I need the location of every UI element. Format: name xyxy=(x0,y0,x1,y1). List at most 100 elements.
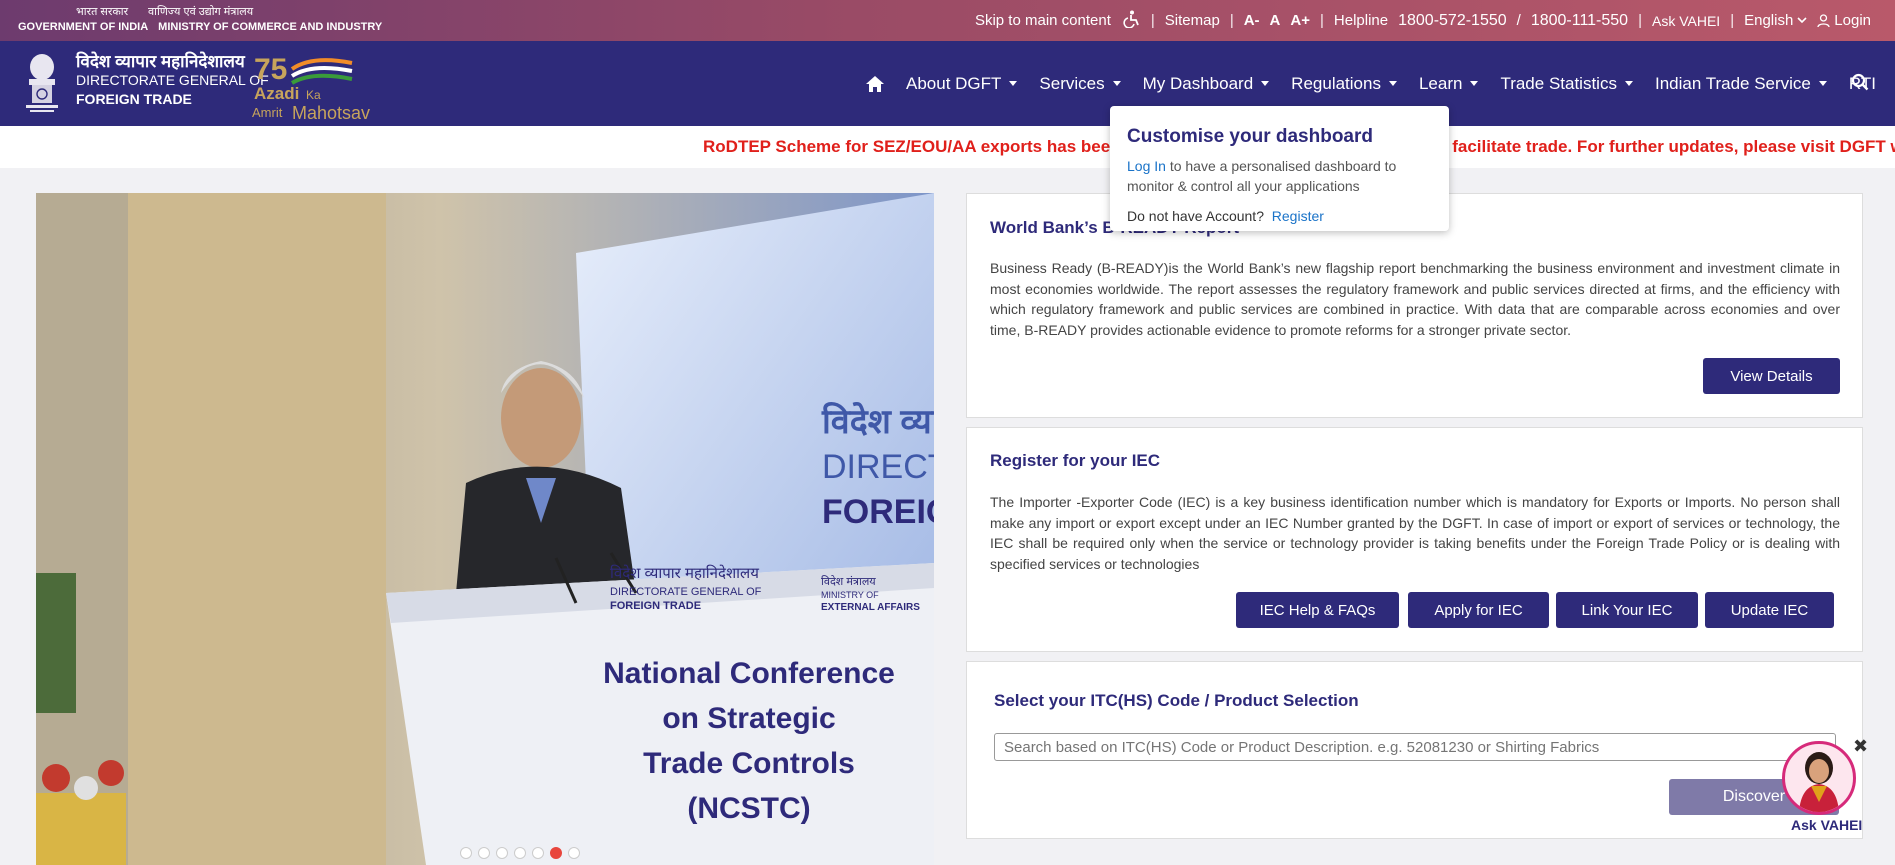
separator: | xyxy=(1638,12,1642,29)
vahei-label: Ask VAHEI xyxy=(1791,817,1863,833)
login-link[interactable]: Log In xyxy=(1127,158,1166,174)
nav-indian-trade-service[interactable]: Indian Trade Service xyxy=(1644,74,1838,94)
helpline-number-1[interactable]: 1800-572-1550 xyxy=(1398,12,1507,30)
podium-english-2: FOREIGN TRADE xyxy=(610,600,701,612)
podium-hindi: विदेश व्यापार महानिदेशालय xyxy=(610,564,759,582)
font-normal-button[interactable]: A xyxy=(1270,12,1281,29)
podium-english-1: DIRECTORATE GENERAL OF xyxy=(610,586,762,598)
slider-dot[interactable] xyxy=(460,847,472,859)
search-icon[interactable] xyxy=(1851,73,1869,91)
itc-hs-card: Select your ITC(HS) Code / Product Selec… xyxy=(966,661,1863,839)
slider-dot[interactable] xyxy=(568,847,580,859)
font-increase-button[interactable]: A+ xyxy=(1290,12,1310,29)
dgft-name-hindi: विदेश व्यापार महानिदेशालय xyxy=(76,52,245,71)
bready-description: Business Ready (B-READY)is the World Ban… xyxy=(990,260,1840,338)
svg-text:75: 75 xyxy=(254,53,287,86)
login-button[interactable]: Login xyxy=(1817,12,1871,29)
hero-slider[interactable]: विदेश व्यापार महानिदेशालय DIRECTORATE GE… xyxy=(36,193,934,865)
my-dashboard-dropdown: Customise your dashboard Log In to have … xyxy=(1110,106,1449,231)
mea-english-1: MINISTRY OF xyxy=(821,590,879,600)
iec-card: Register for your IEC The Importer -Expo… xyxy=(966,427,1863,652)
user-icon xyxy=(1817,13,1830,27)
language-label: English xyxy=(1744,12,1794,29)
national-emblem-icon[interactable] xyxy=(20,51,64,115)
nav-home[interactable] xyxy=(855,75,895,92)
caret-down-icon xyxy=(1388,81,1397,86)
slider-dot[interactable] xyxy=(478,847,490,859)
itc-hs-search-input[interactable] xyxy=(994,733,1836,761)
link-your-iec-button[interactable]: Link Your IEC xyxy=(1556,592,1698,628)
slider-dot[interactable] xyxy=(532,847,544,859)
separator: | xyxy=(1319,12,1324,29)
nav-item-label: Indian Trade Service xyxy=(1654,73,1811,93)
utility-links: Skip to main content | Sitemap | A- A A+… xyxy=(975,0,1871,41)
azadi-text-1: Azadi xyxy=(254,84,299,103)
top-utility-bar: भारत सरकार वाणिज्य एवं उद्योग मंत्रालय G… xyxy=(0,0,1895,41)
nav-services[interactable]: Services xyxy=(1028,74,1131,94)
caret-down-icon xyxy=(1112,81,1121,86)
skip-to-main-link[interactable]: Skip to main content xyxy=(975,12,1111,29)
azadi-text-ka: Ka xyxy=(306,88,321,102)
caret-down-icon xyxy=(1009,81,1018,86)
helpline-separator: / xyxy=(1516,12,1521,29)
gov-hindi: भारत सरकार xyxy=(76,6,129,18)
nav-trade-statistics[interactable]: Trade Statistics xyxy=(1489,74,1644,94)
dropdown-title: Customise your dashboard xyxy=(1127,126,1373,147)
slider-dots xyxy=(460,847,580,859)
caret-down-icon xyxy=(1261,81,1270,86)
banner-line-3: Trade Controls xyxy=(643,747,855,780)
dgft-name-english-1: DIRECTORATE GENERAL OF xyxy=(76,72,269,88)
dgft-name-english-2: FOREIGN TRADE xyxy=(76,91,192,107)
font-decrease-button[interactable]: A- xyxy=(1244,12,1260,29)
ask-vahei-link[interactable]: Ask VAHEI xyxy=(1652,13,1720,29)
iec-title[interactable]: Register for your IEC xyxy=(990,451,1160,471)
nav-item-label: Regulations xyxy=(1291,73,1381,93)
slider-photo: विदेश व्यापार महानिदेशालय DIRECTORATE GE… xyxy=(36,193,934,865)
vahei-avatar xyxy=(1782,741,1856,815)
caret-down-icon xyxy=(1624,81,1633,86)
screen-hindi: विदेश व्याप xyxy=(821,401,934,441)
nav-about-dgft[interactable]: About DGFT xyxy=(895,74,1028,94)
ministry-hindi: वाणिज्य एवं उद्योग मंत्रालय xyxy=(148,6,254,18)
screen-english-2: FOREIGN xyxy=(822,493,934,531)
ask-vahei-chatbot[interactable]: Ask VAHEI xyxy=(1781,739,1863,835)
azadi-text-3: Mahotsav xyxy=(292,103,370,121)
register-link[interactable]: Register xyxy=(1272,208,1324,224)
gov-english: GOVERNMENT OF INDIA xyxy=(18,21,149,33)
nav-item-label: Learn xyxy=(1418,73,1463,93)
nav-my-dashboard[interactable]: My Dashboard xyxy=(1132,74,1281,94)
separator: | xyxy=(1150,12,1155,29)
caret-down-icon xyxy=(1818,81,1827,86)
screen-english-1: DIRECTO xyxy=(822,448,934,486)
itc-hs-title: Select your ITC(HS) Code / Product Selec… xyxy=(994,691,1359,710)
iec-help-faqs-button[interactable]: IEC Help & FAQs xyxy=(1236,592,1399,628)
slider-dot[interactable] xyxy=(496,847,508,859)
account-prompt: Do not have Account? Register xyxy=(1127,208,1324,224)
nav-learn[interactable]: Learn xyxy=(1408,74,1489,94)
sitemap-link[interactable]: Sitemap xyxy=(1165,12,1220,29)
caret-down-icon xyxy=(1470,81,1479,86)
apply-for-iec-button[interactable]: Apply for IEC xyxy=(1408,592,1549,628)
iec-description: The Importer -Exporter Code (IEC) is a k… xyxy=(990,494,1840,572)
accessibility-icon[interactable] xyxy=(1121,10,1141,32)
close-icon[interactable]: ✖ xyxy=(1853,736,1868,757)
ministry-english: MINISTRY OF COMMERCE AND INDUSTRY xyxy=(158,21,383,33)
language-select[interactable]: English xyxy=(1744,12,1807,29)
main-navigation: विदेश व्यापार महानिदेशालय DIRECTORATE GE… xyxy=(0,41,1895,126)
slider-dot[interactable] xyxy=(514,847,526,859)
login-label: Login xyxy=(1834,12,1871,29)
nav-item-label: My Dashboard xyxy=(1142,73,1254,93)
nav-regulations[interactable]: Regulations xyxy=(1280,74,1408,94)
slider-dot[interactable] xyxy=(550,847,562,859)
banner-line-2: on Strategic xyxy=(662,702,835,735)
azadi-ka-amrit-mahotsav-logo: 75 Azadi Ka Amrit Mahotsav xyxy=(252,53,370,121)
news-ticker[interactable]: RoDTEP Scheme for SEZ/EOU/AA exports has… xyxy=(0,126,1895,168)
chevron-down-icon xyxy=(1797,17,1807,24)
update-iec-button[interactable]: Update IEC xyxy=(1705,592,1834,628)
helpline-number-2[interactable]: 1800-111-550 xyxy=(1531,12,1628,30)
azadi-text-2: Amrit xyxy=(252,105,283,120)
separator: | xyxy=(1730,12,1735,29)
view-details-button[interactable]: View Details xyxy=(1703,358,1840,394)
dgft-logo-text[interactable]: विदेश व्यापार महानिदेशालय DIRECTORATE GE… xyxy=(76,52,269,109)
nav-item-label: Services xyxy=(1039,73,1105,93)
